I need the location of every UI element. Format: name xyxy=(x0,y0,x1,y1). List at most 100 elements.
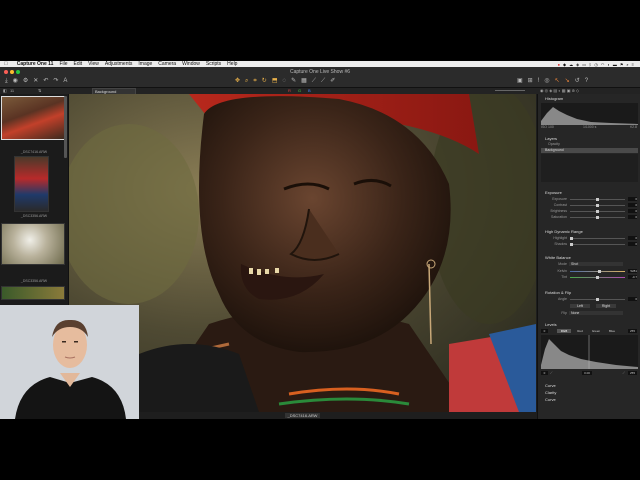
contrast-knob[interactable] xyxy=(596,204,599,207)
kelvin-slider[interactable] xyxy=(570,270,625,273)
clarity-header[interactable]: Clarity xyxy=(538,390,640,395)
tint-knob[interactable] xyxy=(596,276,599,279)
color-picker-icon[interactable]: ⟋ xyxy=(321,78,325,85)
cloud-icon[interactable]: ☁ xyxy=(569,62,573,67)
layer-background[interactable]: Background xyxy=(541,148,638,153)
exposure-knob[interactable] xyxy=(596,198,599,201)
apply-adjustments-icon[interactable]: ↘ xyxy=(565,78,570,85)
layers-header[interactable]: Layers xyxy=(538,136,640,141)
levels-tab-green[interactable]: Green xyxy=(589,329,603,333)
flip-select[interactable]: None xyxy=(569,311,623,315)
browser-view-icon[interactable]: ◧ xyxy=(3,88,7,93)
image-viewer[interactable] xyxy=(69,94,536,412)
display-icon[interactable]: ▭ xyxy=(582,62,586,67)
bluetooth-icon[interactable]: ᛒ xyxy=(589,62,591,67)
levels-histogram[interactable] xyxy=(541,335,638,369)
levels-output-high[interactable]: 255 xyxy=(628,371,637,375)
shadow-value[interactable]: 0 xyxy=(628,242,637,246)
levels-tab-blue[interactable]: Blue xyxy=(605,329,619,333)
thumbnail-1[interactable] xyxy=(1,96,65,140)
redo-icon[interactable]: ↷ xyxy=(53,78,58,85)
panel-tabs-icon[interactable]: ◉ ◎ ◈ ▤ ◐ ▦ ▣ ⊛ ◇ xyxy=(540,88,579,93)
spot-tool-icon[interactable]: ◌ xyxy=(283,78,287,85)
levels-header[interactable]: Levels xyxy=(538,322,640,327)
histogram-header[interactable]: Histogram xyxy=(538,96,640,101)
capture-icon[interactable]: ◉ xyxy=(13,78,18,85)
annotate-tool-icon[interactable]: ✐ xyxy=(330,78,335,85)
brightness-knob[interactable] xyxy=(596,210,599,213)
levels-tab-red[interactable]: Red xyxy=(573,329,587,333)
thumbnail-2[interactable] xyxy=(14,156,49,212)
exposure-slider[interactable] xyxy=(570,198,625,201)
flag-icon[interactable]: ⚑ xyxy=(620,62,624,67)
highlight-slider[interactable] xyxy=(570,237,625,240)
shadow-knob[interactable] xyxy=(570,243,573,246)
angle-knob[interactable] xyxy=(596,298,599,301)
wifi-icon[interactable]: ◠ xyxy=(601,62,605,67)
levels-output-low[interactable]: 0 xyxy=(541,371,548,375)
wb-mode-select[interactable]: Shot xyxy=(569,262,623,266)
sort-icon[interactable]: ⇅ xyxy=(38,88,41,93)
rotate-tool-icon[interactable]: ↻ xyxy=(262,78,267,85)
exposure-warning-icon[interactable]: ! xyxy=(538,78,540,85)
crop-tool-icon[interactable]: ⌗ xyxy=(253,78,256,85)
levels-low-value[interactable]: 0 xyxy=(541,329,548,333)
text-icon[interactable]: A xyxy=(63,78,67,85)
process-icon[interactable]: ⚙ xyxy=(23,78,28,85)
loupe-tool-icon[interactable]: ⌕ xyxy=(245,78,248,85)
eyedropper-white-icon[interactable]: ⟋ xyxy=(623,371,625,376)
menu-list-icon[interactable]: ≡ xyxy=(632,62,634,67)
tint-value[interactable]: -0.7 xyxy=(628,275,637,279)
keystone-tool-icon[interactable]: ⬒ xyxy=(272,78,278,85)
eyedropper-black-icon[interactable]: ⟋ xyxy=(550,371,552,376)
exposure-value[interactable]: 0 xyxy=(628,197,637,201)
tint-slider[interactable] xyxy=(570,276,625,279)
saturation-slider[interactable] xyxy=(570,216,625,219)
levels-high-value[interactable]: 255 xyxy=(628,329,637,333)
dropbox-icon[interactable]: ◆ xyxy=(563,62,566,67)
search-icon[interactable]: ⌕ xyxy=(626,62,628,67)
pan-tool-icon[interactable]: ✥ xyxy=(235,78,240,85)
reset-icon[interactable]: ↺ xyxy=(575,78,580,85)
kelvin-value[interactable]: 5281 xyxy=(628,269,637,273)
highlight-value[interactable]: 0 xyxy=(628,236,637,240)
brush-tool-icon[interactable]: ✎ xyxy=(291,78,296,85)
brightness-slider[interactable] xyxy=(570,210,625,213)
rotate-right-button[interactable]: Right xyxy=(596,304,616,308)
rotate-left-button[interactable]: Left xyxy=(570,304,590,308)
clock-icon[interactable]: ◷ xyxy=(594,62,598,67)
import-icon[interactable]: ⤓ xyxy=(5,78,8,85)
curve-header[interactable]: Curve xyxy=(538,383,640,388)
delete-icon[interactable]: ✕ xyxy=(33,78,38,85)
gradient-tool-icon[interactable]: ▦ xyxy=(301,78,307,85)
angle-value[interactable]: 0 xyxy=(628,297,637,301)
brightness-value[interactable]: 0 xyxy=(628,209,637,213)
kelvin-knob[interactable] xyxy=(598,270,601,273)
curve-header-2[interactable]: Curve xyxy=(538,397,640,402)
saturation-value[interactable]: 0 xyxy=(628,215,637,219)
levels-midpoint-value[interactable]: 0.00 xyxy=(582,371,592,375)
record-icon[interactable]: ● xyxy=(558,62,560,67)
hdr-header[interactable]: High Dynamic Range xyxy=(538,229,640,234)
angle-slider[interactable] xyxy=(570,298,625,301)
thumbnail-4[interactable] xyxy=(1,286,65,300)
volume-icon[interactable]: ◖ xyxy=(607,62,609,67)
picker-tool-icon[interactable]: ⟋ xyxy=(312,78,316,85)
exposure-header[interactable]: Exposure xyxy=(538,190,640,195)
grid-icon[interactable]: ⊞ xyxy=(528,78,533,85)
battery-icon[interactable]: ▬ xyxy=(613,62,617,67)
contrast-slider[interactable] xyxy=(570,204,625,207)
white-balance-header[interactable]: White Balance xyxy=(538,255,640,260)
levels-tab-rgb[interactable]: RGB xyxy=(557,329,571,333)
help-icon[interactable]: ? xyxy=(585,78,588,85)
copy-adjustments-icon[interactable]: ↖ xyxy=(555,78,560,85)
highlight-knob[interactable] xyxy=(570,237,573,240)
undo-icon[interactable]: ↶ xyxy=(43,78,48,85)
saturation-knob[interactable] xyxy=(596,216,599,219)
zoom-slider[interactable] xyxy=(495,90,525,91)
shield-icon[interactable]: ◈ xyxy=(576,62,579,67)
proof-icon[interactable]: ◎ xyxy=(544,78,549,85)
shadow-slider[interactable] xyxy=(570,243,625,246)
rotation-header[interactable]: Rotation & Flip xyxy=(538,290,640,295)
viewer-icon[interactable]: ▣ xyxy=(517,78,523,85)
